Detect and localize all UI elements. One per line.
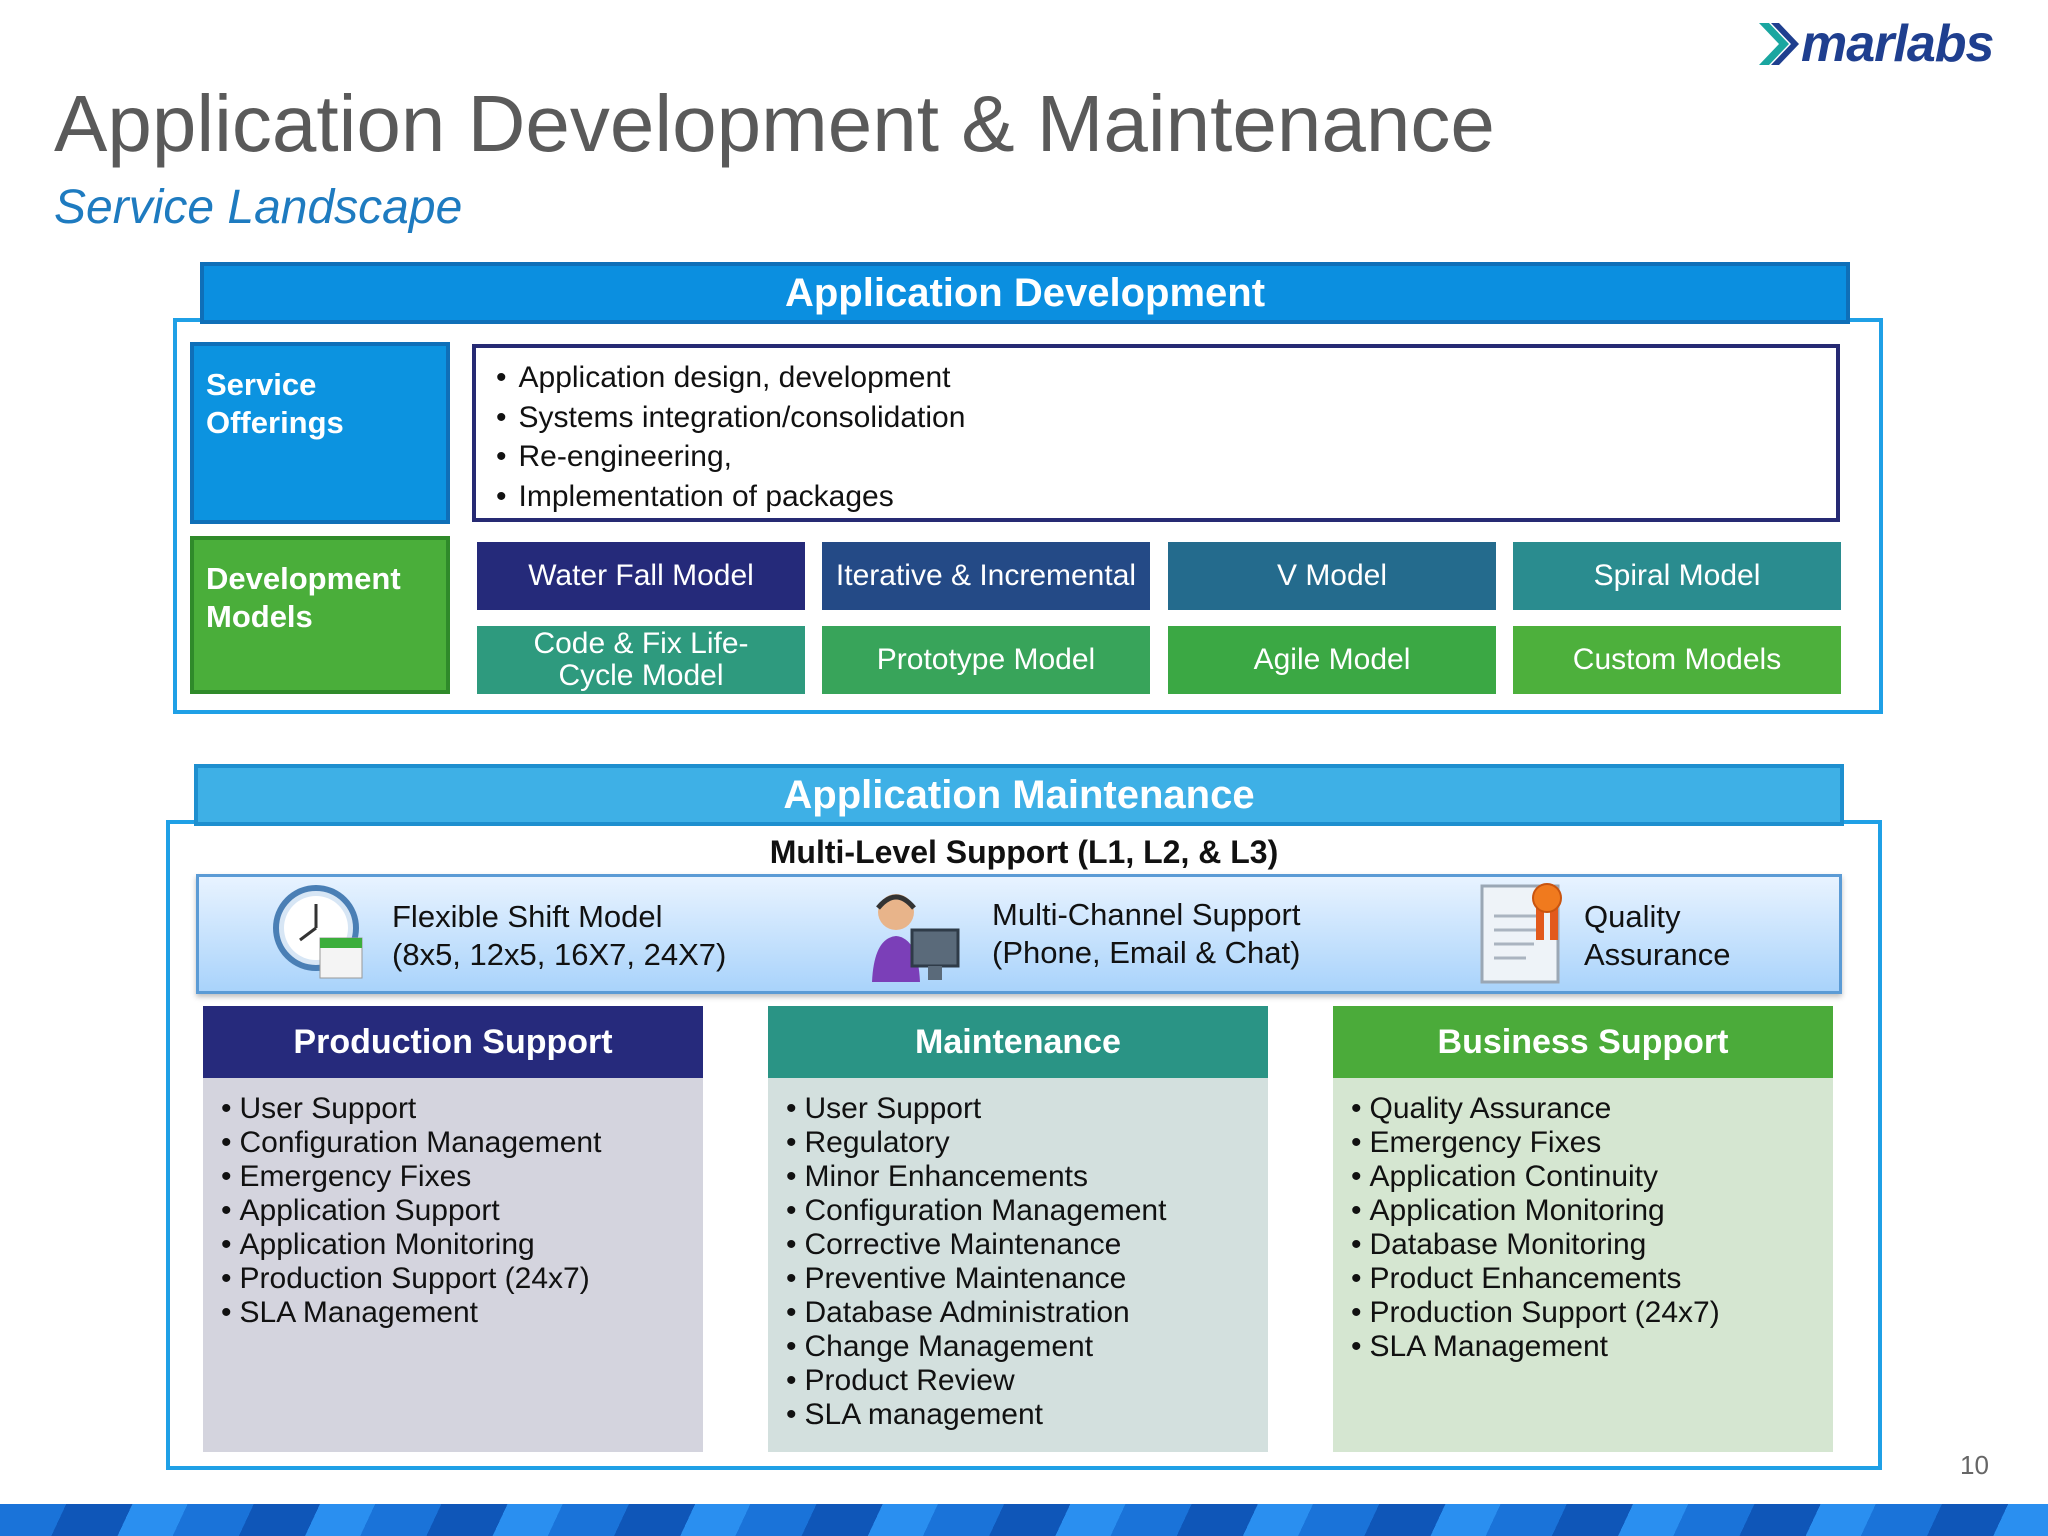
list-item: Quality Assurance	[1351, 1092, 1815, 1126]
list-item: User Support	[786, 1092, 1250, 1126]
shift-model-line2: (8x5, 12x5, 16X7, 24X7)	[392, 937, 727, 972]
business-support-header: Business Support	[1333, 1006, 1833, 1078]
list-item: Product Review	[786, 1364, 1250, 1398]
quality-assurance-line1: Quality	[1584, 899, 1681, 934]
list-item: SLA management	[786, 1398, 1250, 1432]
maintenance-list: User Support Regulatory Minor Enhancemen…	[768, 1078, 1268, 1452]
offering-item: Re-engineering,	[496, 437, 1816, 477]
certificate-icon	[1480, 883, 1562, 984]
list-item: Configuration Management	[221, 1126, 685, 1160]
maintenance-banner: Application Maintenance	[194, 764, 1844, 826]
development-banner: Application Development	[200, 262, 1850, 324]
list-item: Production Support (24x7)	[1351, 1296, 1815, 1330]
list-item: Application Monitoring	[1351, 1194, 1815, 1228]
multi-level-support-heading: Multi-Level Support (L1, L2, & L3)	[769, 834, 1279, 870]
model-iterative: Iterative & Incremental	[822, 542, 1150, 610]
maintenance-header: Maintenance	[768, 1006, 1268, 1078]
list-item: SLA Management	[221, 1296, 685, 1330]
list-item: Production Support (24x7)	[221, 1262, 685, 1296]
multi-channel-line2: (Phone, Email & Chat)	[992, 935, 1301, 970]
list-item: Emergency Fixes	[1351, 1126, 1815, 1160]
support-agent-icon	[872, 894, 960, 982]
model-v: V Model	[1168, 542, 1496, 610]
list-item: Application Support	[221, 1194, 685, 1228]
list-item: Product Enhancements	[1351, 1262, 1815, 1296]
shift-model-line1: Flexible Shift Model	[392, 899, 663, 934]
clock-calendar-icon	[273, 885, 363, 979]
model-agile: Agile Model	[1168, 626, 1496, 694]
shift-model-text: Flexible Shift Model (8x5, 12x5, 16X7, 2…	[392, 898, 726, 974]
offering-item: Systems integration/consolidation	[496, 398, 1816, 438]
model-custom: Custom Models	[1513, 626, 1841, 694]
offering-item: Implementation of packages	[496, 477, 1816, 517]
list-item: Change Management	[786, 1330, 1250, 1364]
multi-channel-text: Multi-Channel Support (Phone, Email & Ch…	[992, 896, 1300, 972]
marlabs-logo: marlabs	[1755, 14, 1994, 74]
list-item: Regulatory	[786, 1126, 1250, 1160]
page-subtitle: Service Landscape	[54, 181, 463, 234]
list-item: Corrective Maintenance	[786, 1228, 1250, 1262]
list-item: SLA Management	[1351, 1330, 1815, 1364]
list-item: Database Administration	[786, 1296, 1250, 1330]
development-models-label: Development Models	[190, 536, 450, 694]
list-item: Emergency Fixes	[221, 1160, 685, 1194]
page-title: Application Development & Maintenance	[54, 79, 1495, 168]
offering-item: Application design, development	[496, 358, 1816, 398]
logo-text: marlabs	[1801, 15, 1994, 73]
model-waterfall: Water Fall Model	[477, 542, 805, 610]
list-item: Preventive Maintenance	[786, 1262, 1250, 1296]
list-item: User Support	[221, 1092, 685, 1126]
model-code-fix: Code & Fix Life-Cycle Model	[477, 626, 805, 694]
footer-band	[0, 1504, 2048, 1536]
service-offerings-label: Service Offerings	[190, 342, 450, 524]
list-item: Minor Enhancements	[786, 1160, 1250, 1194]
list-item: Configuration Management	[786, 1194, 1250, 1228]
model-prototype: Prototype Model	[822, 626, 1150, 694]
multi-channel-line1: Multi-Channel Support	[992, 897, 1301, 932]
list-item: Database Monitoring	[1351, 1228, 1815, 1262]
logo-chevron-icon	[1759, 23, 1799, 65]
quality-assurance-line2: Assurance	[1584, 937, 1731, 972]
list-item: Application Monitoring	[221, 1228, 685, 1262]
production-support-header: Production Support	[203, 1006, 703, 1078]
service-offerings-box: Application design, development Systems …	[472, 344, 1840, 522]
business-support-list: Quality Assurance Emergency Fixes Applic…	[1333, 1078, 1833, 1452]
quality-assurance-text: Quality Assurance	[1584, 898, 1730, 974]
list-item: Application Continuity	[1351, 1160, 1815, 1194]
page-number: 10	[1960, 1450, 1989, 1480]
model-spiral: Spiral Model	[1513, 542, 1841, 610]
production-support-list: User Support Configuration Management Em…	[203, 1078, 703, 1452]
